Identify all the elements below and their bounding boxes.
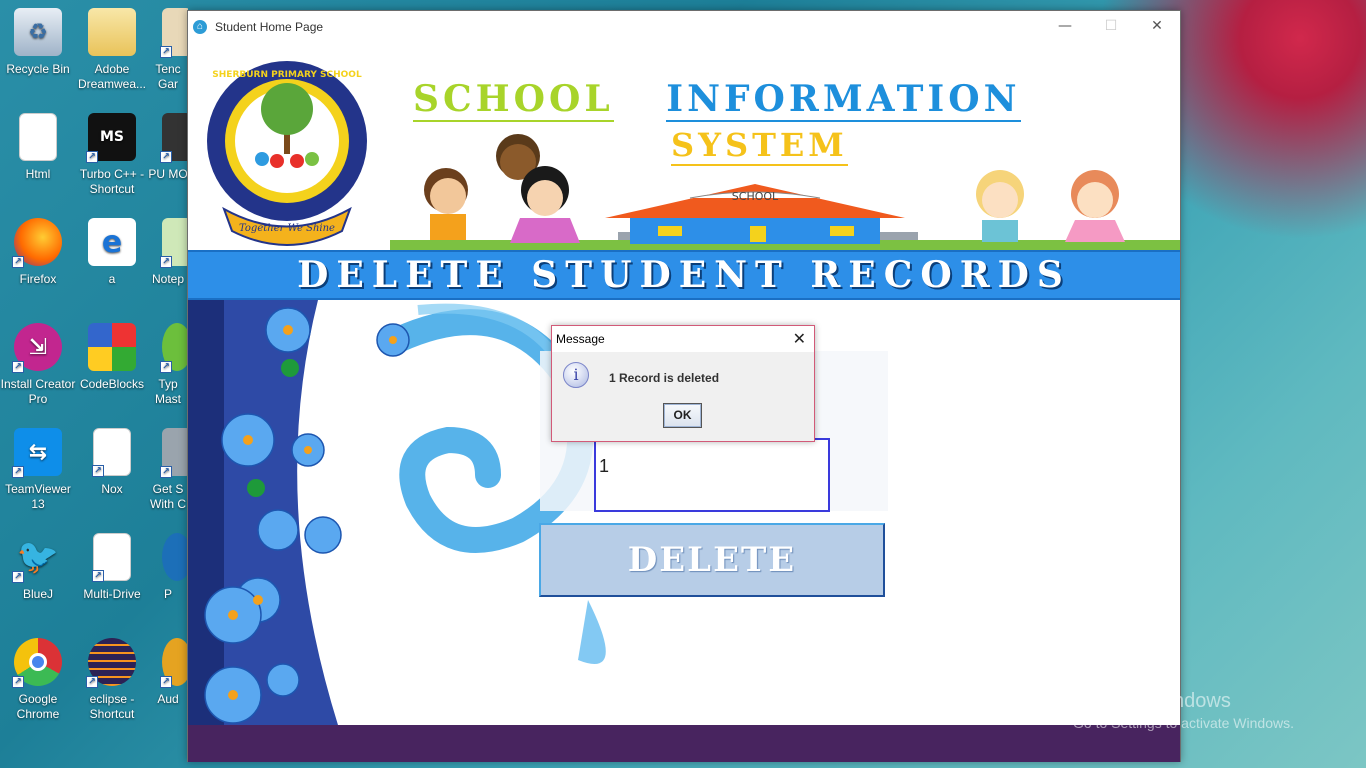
desktop-icon-game[interactable]: ↗ Tenc Gar [148,4,188,104]
watermark-line2: Go to Settings to activate Windows. [1073,715,1294,731]
desktop-icon-label: CodeBlocks [79,377,145,391]
banner-word-school: SCHOOL [413,78,614,122]
desktop-icon-get-started[interactable]: ↗ Get S With C [148,424,188,524]
chrome-icon: ↗ [12,638,62,688]
logo-motto: Together We Shine [239,223,335,234]
desktop-icon-edge[interactable]: e a [74,214,150,314]
desktop-icon-turbo-cpp[interactable]: MS ↗ Turbo C++ - Shortcut [74,109,150,209]
desktop-icon-label: TeamViewer 13 [5,482,71,511]
desktop-icon-label: Firefox [19,272,57,286]
dialog-message: 1 Record is deleted [609,371,720,385]
dialog-titlebar[interactable]: Message ✕ [552,326,814,352]
desktop-icon-teamviewer[interactable]: ⇆ ↗ TeamViewer 13 [0,424,76,524]
desktop-icon-eclipse[interactable]: ↗ eclipse - Shortcut [74,634,150,734]
desktop-icon-firefox[interactable]: ↗ Firefox [0,214,76,314]
desktop-icon-label: Recycle Bin [6,62,70,76]
dialog-title: Message [556,332,605,346]
desktop-icon-html[interactable]: Html [0,109,76,209]
desktop-icon-install-creator[interactable]: ⇲ ↗ Install Creator Pro [0,319,76,419]
desktop-icon-label: P [163,587,172,601]
desktop-icon-label: eclipse - Shortcut [89,692,135,721]
app-icon [162,533,188,581]
media-icon: ↗ [160,113,188,163]
desktop-icon-label: Aud [157,692,179,706]
desktop-icon-p[interactable]: P [148,529,188,629]
bluej-icon: 🐦 ↗ [12,533,62,583]
turbo-cpp-icon: MS ↗ [86,113,136,163]
typing-master-icon: ↗ [160,323,188,373]
firefox-icon: ↗ [12,218,62,268]
info-icon: i [563,362,589,388]
desktop-icon-codeblocks[interactable]: CodeBlocks [74,319,150,419]
recycle-bin-icon: ♻ [14,8,62,56]
activate-windows-watermark: Activate Windows Go to Settings to activ… [1073,690,1294,731]
desktop-icon-recycle-bin[interactable]: ♻ Recycle Bin [0,4,76,104]
eclipse-icon: ↗ [86,638,136,688]
edge-icon: e [88,218,136,266]
watermark-line1: Activate Windows [1073,690,1231,712]
desktop-icon-label: Html [25,167,51,181]
banner-title: SCHOOL INFORMATION [413,78,1021,122]
desktop-icon-label: Typ Mast [154,377,181,406]
desktop-icon-label: Notep [151,272,185,286]
desktop-icon-adobe-dreamweaver[interactable]: Adobe Dreamwea... [74,4,150,104]
desktop-icon-notepad[interactable]: ↗ Notep [148,214,188,314]
footer-bar [188,725,1180,762]
document-icon: ↗ [92,428,131,477]
school-logo: SHERBURN PRIMARY SCHOOL Together We Shin… [207,61,367,246]
desktop-icon-chrome[interactable]: ↗ Google Chrome [0,634,76,734]
page-heading: DELETE STUDENT RECORDS [297,254,1071,296]
teamviewer-icon: ⇆ ↗ [12,428,62,478]
notepad-icon: ↗ [160,218,188,268]
page-heading-bar: DELETE STUDENT RECORDS [188,250,1180,300]
game-icon: ↗ [160,8,188,58]
desktop-icon-label: Adobe Dreamwea... [77,62,147,91]
desktop-icon-audio[interactable]: ↗ Aud [148,634,188,734]
desktop-icon-label: PU MO [148,167,188,181]
desktop-icon-nox[interactable]: ↗ Nox [74,424,150,524]
header-banner: SHERBURN PRIMARY SCHOOL Together We Shin… [188,42,1180,250]
desktop-icon-typing-master[interactable]: ↗ Typ Mast [148,319,188,419]
school-scene-illustration: SCHOOL [390,134,1180,250]
delete-button[interactable]: DELETE [539,523,885,597]
codeblocks-icon [88,323,136,371]
app-home-icon: ⌂ [193,19,207,34]
desktop-icon-label: Get S With C [150,482,186,511]
student-id-input[interactable]: 1 [594,438,830,512]
document-icon [19,113,57,161]
desktop-icon-multi-drive[interactable]: ↗ Multi-Drive [74,529,150,629]
desktop-icon-label: BlueJ [22,587,54,601]
minimize-button[interactable]: — [1042,11,1088,42]
audio-icon: ↗ [160,638,188,688]
window-controls: — ☐ ✕ [1042,11,1180,42]
banner-word-information: INFORMATION [666,78,1021,122]
database-icon: ↗ [160,428,188,478]
maximize-button[interactable]: ☐ [1088,11,1134,42]
desktop-icon-label: Nox [101,482,123,496]
desktop-icon-pu-mo[interactable]: ↗ PU MO [148,109,188,209]
school-sign-text: SCHOOL [732,190,779,203]
document-icon: ↗ [92,533,131,582]
dialog-close-icon[interactable]: ✕ [793,329,806,348]
folder-icon [88,8,136,56]
desktop-icon-bluej[interactable]: 🐦 ↗ BlueJ [0,529,76,629]
close-button[interactable]: ✕ [1134,11,1180,42]
desktop-icon-label: Turbo C++ - Shortcut [79,167,145,196]
desktop-icon-label: Google Chrome [16,692,60,721]
desktop-icons: ♻ Recycle Bin Adobe Dreamwea... ↗ Tenc G… [0,0,190,768]
window-titlebar[interactable]: ⌂ Student Home Page — ☐ ✕ [188,11,1180,42]
logo-school-name: SHERBURN PRIMARY SCHOOL [212,70,362,80]
desktop-icon-label: Install Creator Pro [0,377,76,406]
desktop-icon-label: Multi-Drive [83,587,141,601]
window-title: Student Home Page [215,19,324,34]
desktop-icon-label: Tenc Gar [155,62,181,91]
message-dialog: Message ✕ i 1 Record is deleted OK [551,325,815,442]
install-creator-icon: ⇲ ↗ [12,323,62,373]
ok-button[interactable]: OK [663,403,702,428]
desktop-icon-label: a [108,272,116,286]
